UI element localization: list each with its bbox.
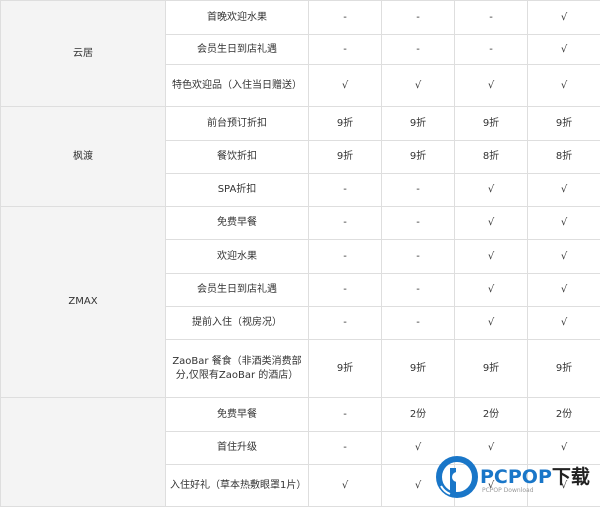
value-cell: - — [381, 273, 455, 307]
benefit-cell: 欢迎水果 — [165, 239, 309, 274]
table-row: 免费早餐 - 2份 2份 2份 — [0, 397, 600, 507]
value-cell: 9折 — [381, 339, 455, 398]
value-cell: 9折 — [527, 106, 600, 141]
benefit-cell: 提前入住（视房况） — [165, 306, 309, 340]
value-cell: √ — [527, 306, 600, 340]
value-cell: 9折 — [381, 140, 455, 174]
value-cell: - — [308, 273, 382, 307]
value-cell: √ — [454, 431, 528, 465]
value-cell: √ — [454, 464, 528, 507]
value-cell: - — [308, 0, 382, 35]
value-cell: 9折 — [308, 339, 382, 398]
value-cell: 9折 — [454, 106, 528, 141]
value-cell: 2份 — [527, 397, 600, 432]
value-cell: - — [454, 34, 528, 65]
value-cell: - — [381, 173, 455, 207]
benefits-table: 云居 首晚欢迎水果 - - - √ 会员生日到店礼遇 - - - √ 特色欢迎品… — [0, 0, 600, 507]
brand-cell-zmax: ZMAX — [0, 206, 166, 398]
value-cell: √ — [527, 431, 600, 465]
value-cell: √ — [527, 64, 600, 107]
benefit-cell: 免费早餐 — [165, 206, 309, 240]
value-cell: √ — [308, 64, 382, 107]
value-cell: - — [308, 431, 382, 465]
value-cell: √ — [381, 64, 455, 107]
benefit-cell: 餐饮折扣 — [165, 140, 309, 174]
value-cell: √ — [454, 173, 528, 207]
benefit-cell: ZaoBar 餐食（非酒类消费部分,仅限有ZaoBar 的酒店） — [165, 339, 309, 398]
value-cell: - — [308, 306, 382, 340]
value-cell: - — [308, 206, 382, 240]
value-cell: √ — [527, 239, 600, 274]
benefit-cell: 首住升级 — [165, 431, 309, 465]
benefit-cell: 会员生日到店礼遇 — [165, 34, 309, 65]
benefit-cell: 免费早餐 — [165, 397, 309, 432]
value-cell: √ — [308, 464, 382, 507]
table-row: 枫渡 前台预订折扣 9折 9折 9折 9折 — [0, 106, 600, 207]
brand-cell-fengdu: 枫渡 — [0, 106, 166, 207]
value-cell: √ — [454, 306, 528, 340]
value-cell: - — [454, 0, 528, 35]
benefit-cell: 会员生日到店礼遇 — [165, 273, 309, 307]
value-cell: - — [308, 397, 382, 432]
value-cell: √ — [527, 34, 600, 65]
value-cell: - — [381, 34, 455, 65]
value-cell: - — [381, 206, 455, 240]
value-cell: 9折 — [381, 106, 455, 141]
value-cell: 9折 — [308, 106, 382, 141]
benefit-cell: 特色欢迎品（入住当日赠送） — [165, 64, 309, 107]
value-cell: √ — [454, 206, 528, 240]
benefit-cell: 入住好礼（草本热敷眼罩1片） — [165, 464, 309, 507]
benefit-cell: 首晚欢迎水果 — [165, 0, 309, 35]
value-cell: 9折 — [308, 140, 382, 174]
value-cell: - — [308, 239, 382, 274]
brand-cell-yunju: 云居 — [0, 0, 166, 107]
value-cell: √ — [454, 273, 528, 307]
benefit-cell: SPA折扣 — [165, 173, 309, 207]
value-cell: √ — [527, 206, 600, 240]
benefit-cell: 前台预订折扣 — [165, 106, 309, 141]
value-cell: 8折 — [527, 140, 600, 174]
value-cell: 2份 — [454, 397, 528, 432]
value-cell: √ — [527, 273, 600, 307]
value-cell: - — [381, 0, 455, 35]
value-cell: √ — [527, 173, 600, 207]
value-cell: √ — [454, 64, 528, 107]
value-cell: - — [308, 173, 382, 207]
value-cell: - — [381, 239, 455, 274]
value-cell: 2份 — [381, 397, 455, 432]
value-cell: √ — [527, 464, 600, 507]
value-cell: √ — [527, 0, 600, 35]
value-cell: - — [381, 306, 455, 340]
value-cell: √ — [381, 464, 455, 507]
value-cell: √ — [454, 239, 528, 274]
brand-cell-unnamed — [0, 397, 166, 507]
value-cell: - — [308, 34, 382, 65]
table-row: 云居 首晚欢迎水果 - - - √ — [0, 0, 600, 107]
value-cell: 9折 — [454, 339, 528, 398]
value-cell: 8折 — [454, 140, 528, 174]
value-cell: 9折 — [527, 339, 600, 398]
table-row: ZMAX 免费早餐 - - √ √ — [0, 206, 600, 398]
value-cell: √ — [381, 431, 455, 465]
